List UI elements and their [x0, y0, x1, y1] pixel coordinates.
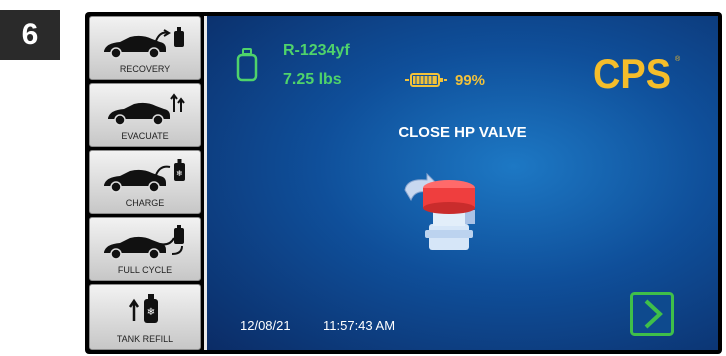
- sidebar-item-label: RECOVERY: [119, 64, 171, 74]
- hp-valve-icon: [404, 172, 475, 250]
- refrigerant-type: R-1234yf: [283, 42, 350, 59]
- sidebar-item-label: EVACUATE: [121, 131, 169, 141]
- footer-date: 12/08/21: [240, 318, 291, 333]
- refrigerant-tank-icon: [236, 48, 258, 82]
- instruction-text: CLOSE HP VALVE: [398, 124, 527, 141]
- sidebar-item-label: TANK REFILL: [116, 334, 174, 344]
- next-button[interactable]: [630, 292, 674, 336]
- step-number-badge: 6: [0, 10, 60, 60]
- footer-time: 11:57:43 AM: [323, 318, 396, 333]
- car-vacuum-arrows-icon: [108, 93, 185, 126]
- car-cycle-icon: [104, 225, 184, 260]
- car-hose-tank-icon: [104, 27, 184, 59]
- main-screen: R-1234yf 7.25 lbs 99% CPS ® CLOSE HP VAL…: [207, 16, 718, 350]
- sidebar-item-tank-refill[interactable]: ❄ TANK REFILL: [89, 284, 201, 350]
- sidebar-item-evacuate[interactable]: EVACUATE: [89, 83, 201, 147]
- sidebar: RECOVERY EVACUATE ❄ CHARGE FULL CYCLE ❄ …: [89, 16, 202, 350]
- refrigerant-weight: 7.25 lbs: [283, 71, 342, 88]
- sidebar-item-full-cycle[interactable]: FULL CYCLE: [89, 217, 201, 281]
- sidebar-item-label: FULL CYCLE: [117, 265, 173, 275]
- logo-trademark: ®: [675, 56, 681, 63]
- svg-text:CPS: CPS: [593, 52, 671, 92]
- battery-icon: [405, 73, 447, 87]
- cps-logo: CPS: [593, 52, 671, 92]
- car-hose-tank-snowflake-icon: ❄: [104, 159, 185, 193]
- sidebar-item-recovery[interactable]: RECOVERY: [89, 16, 201, 80]
- tank-refill-icon: ❄: [128, 294, 158, 323]
- battery-percentage: 99%: [455, 72, 486, 89]
- svg-text:❄: ❄: [176, 169, 183, 178]
- sidebar-item-charge[interactable]: ❄ CHARGE: [89, 150, 201, 214]
- sidebar-item-label: CHARGE: [125, 198, 165, 208]
- svg-text:❄: ❄: [147, 307, 155, 318]
